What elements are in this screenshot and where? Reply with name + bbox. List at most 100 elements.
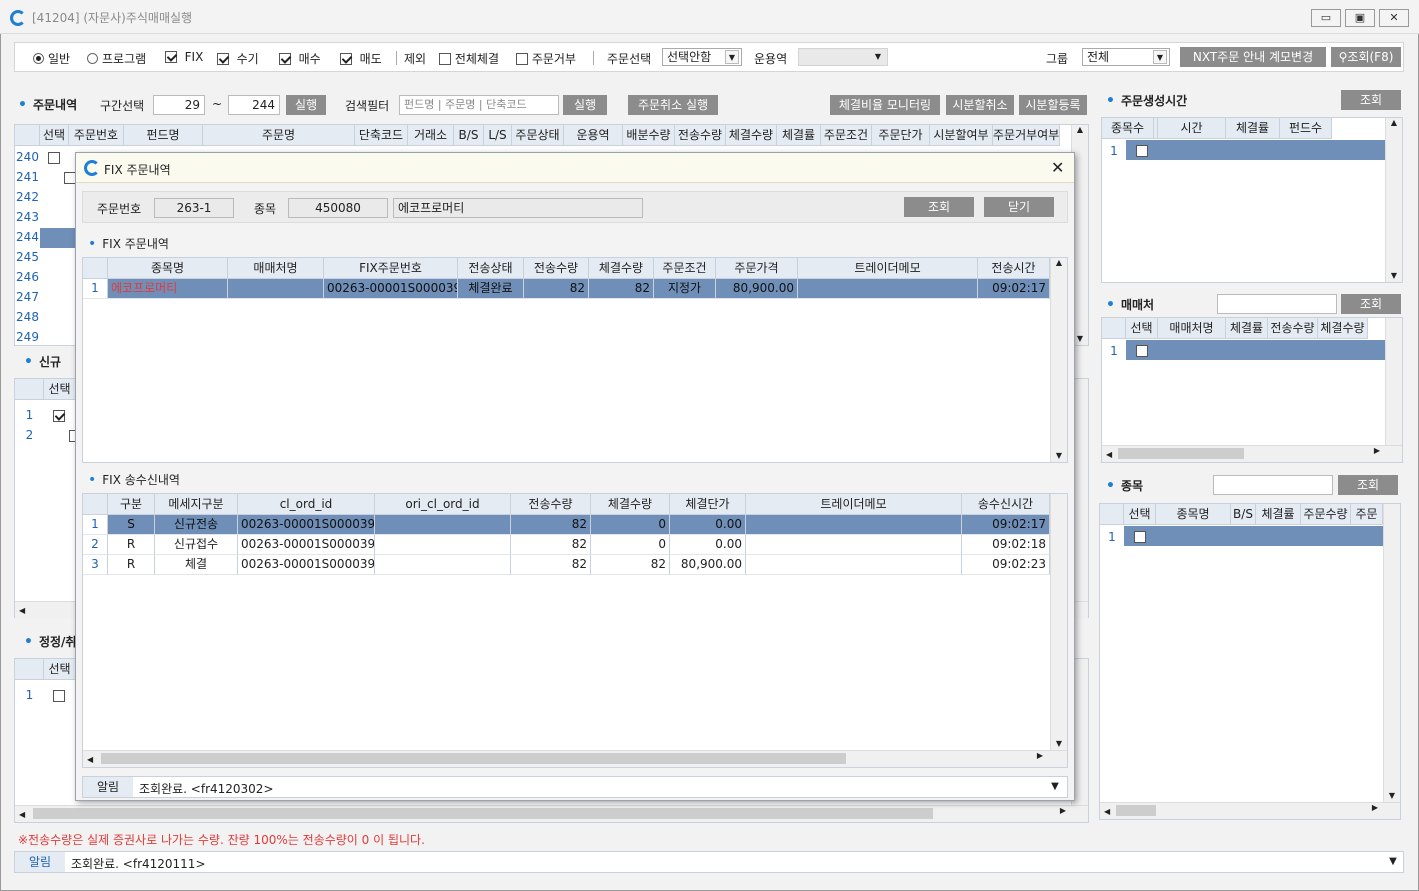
col-header[interactable]: 주문조건 (654, 258, 716, 279)
col-header[interactable]: B/S (454, 125, 484, 146)
col-header[interactable]: 주문상태 (512, 125, 564, 146)
col-header[interactable]: 시간 (1158, 118, 1226, 139)
col-header[interactable]: 체결수량 (589, 258, 654, 279)
col-header[interactable]: 시분할여부 (930, 125, 993, 146)
monitor-button[interactable]: 체결비율 모니터링 (830, 95, 940, 115)
col-header[interactable]: 구분 (108, 494, 155, 515)
col-header[interactable]: FIX주문번호 (324, 258, 458, 279)
range-run-button[interactable]: 실행 (286, 95, 326, 115)
selected-row[interactable] (1126, 140, 1385, 160)
table-row[interactable]: 1 S 신규전송 00263-00001S0000390 82 0 0.00 0… (83, 515, 1050, 535)
col-header[interactable]: 종목명 (108, 258, 228, 279)
col-header[interactable]: 체결수량 (591, 494, 670, 515)
stock-search-button[interactable]: 조회 (1338, 475, 1398, 495)
row-checkbox[interactable] (53, 690, 65, 702)
col-header[interactable]: 전송수량 (511, 494, 591, 515)
col-header[interactable]: B/S (1231, 504, 1256, 525)
nxt-notice-button[interactable]: NXT주문 안내 계모변경 (1180, 47, 1326, 67)
col-header[interactable]: 주문번호 (69, 125, 124, 146)
selected-row[interactable] (1126, 340, 1385, 360)
radio-program[interactable]: 프로그램 (87, 50, 146, 67)
col-header[interactable]: 주문조건 (821, 125, 872, 146)
col-header[interactable]: 전송수량 (675, 125, 726, 146)
col-header[interactable]: 체결단가 (670, 494, 746, 515)
broker-search-input[interactable] (1217, 294, 1337, 314)
col-header[interactable]: 매매처명 (228, 258, 324, 279)
fix-msgs-hscroll[interactable]: ◀ ▶ (83, 750, 1067, 767)
col-header[interactable]: 선택 (1124, 504, 1156, 525)
maximize-button[interactable]: ▣ (1345, 9, 1375, 27)
col-header[interactable]: 운용역 (564, 125, 623, 146)
col-header[interactable]: 종목명 (1156, 504, 1231, 525)
scroll-thumb[interactable] (101, 753, 846, 764)
range-from-input[interactable]: 29 (153, 95, 205, 115)
broker-vscroll[interactable] (1385, 318, 1402, 445)
checkbox-fix[interactable]: FIX (165, 50, 203, 64)
col-header[interactable]: 주문거부여부 (993, 125, 1060, 146)
col-header[interactable]: 체결수량 (1318, 318, 1368, 339)
col-header[interactable]: 매매처명 (1158, 318, 1226, 339)
col-header[interactable]: L/S (484, 125, 512, 146)
col-header[interactable]: 주문 (1351, 504, 1383, 525)
order-cancel-button[interactable]: 주문취소 실행 (628, 95, 718, 115)
col-header[interactable]: 선택 (40, 125, 69, 146)
col-header[interactable]: 선택 (44, 379, 76, 400)
order-time-search-button[interactable]: 조회 (1341, 90, 1401, 110)
col-header[interactable]: 체결률 (1256, 504, 1301, 525)
col-header[interactable]: 전송시간 (978, 258, 1050, 279)
checkbox-manual[interactable]: 수기 (217, 50, 259, 67)
minimize-button[interactable]: ▭ (1311, 9, 1341, 27)
col-header[interactable]: 주문단가 (872, 125, 930, 146)
checkbox-reject[interactable]: 주문거부 (516, 50, 576, 67)
split-register-button[interactable]: 시분할등록 (1019, 95, 1087, 115)
col-header[interactable]: 트레이더메모 (798, 258, 978, 279)
fix-orders-vscroll[interactable]: ▲ ▼ (1050, 258, 1067, 462)
chevron-down-icon[interactable]: ▼ (1383, 852, 1403, 872)
col-header[interactable]: 메세지구분 (155, 494, 238, 515)
close-button[interactable]: ✕ (1379, 9, 1409, 27)
col-header[interactable]: 주문가격 (716, 258, 798, 279)
dialog-search-button[interactable]: 조회 (904, 197, 974, 217)
scroll-thumb[interactable] (33, 808, 933, 819)
fix-msgs-vscroll[interactable]: ▼ (1050, 494, 1067, 750)
filter-run-button[interactable]: 실행 (563, 95, 607, 115)
range-to-input[interactable]: 244 (228, 95, 280, 115)
stock-hscroll[interactable]: ◀ ▶ (1100, 802, 1400, 819)
stock-name-field[interactable]: 에코프로머티 (393, 198, 643, 218)
col-header[interactable]: 거래소 (408, 125, 454, 146)
selected-row[interactable] (40, 228, 75, 248)
checkbox-sell[interactable]: 매도 (340, 50, 382, 67)
table-row[interactable]: 3 R 체결 00263-00001S0000390 82 82 80,900.… (83, 555, 1050, 575)
radio-general[interactable]: 일반 (33, 50, 70, 67)
scroll-thumb[interactable] (1118, 448, 1244, 459)
col-header[interactable]: 주문명 (203, 125, 355, 146)
scroll-thumb[interactable] (1116, 805, 1156, 816)
stock-vscroll[interactable]: ▼ (1383, 504, 1400, 802)
row-checkbox[interactable] (1136, 345, 1148, 357)
dialog-close-icon[interactable]: ✕ (1051, 158, 1064, 177)
col-header[interactable]: 체결률 (1226, 318, 1268, 339)
col-header[interactable]: cl_ord_id (238, 494, 375, 515)
search-f8-button[interactable]: ⚲조회(F8) (1331, 47, 1401, 67)
col-header[interactable]: 송수신시간 (962, 494, 1050, 515)
col-header[interactable]: 펀드수 (1280, 118, 1332, 139)
checkbox-all-exec[interactable]: 전체체결 (439, 50, 499, 67)
row-checkbox[interactable] (1136, 145, 1148, 157)
row-checkbox[interactable] (53, 410, 65, 422)
col-header[interactable]: ori_cl_ord_id (375, 494, 511, 515)
col-header[interactable]: 전송수량 (1268, 318, 1318, 339)
col-header[interactable]: 선택 (44, 659, 76, 680)
broker-search-button[interactable]: 조회 (1341, 294, 1401, 314)
chevron-down-icon[interactable]: ▼ (1045, 777, 1065, 797)
col-header[interactable]: 선택 (1126, 318, 1158, 339)
stock-search-input[interactable] (1213, 475, 1333, 495)
stock-code-field[interactable]: 450080 (288, 198, 388, 218)
broker-hscroll[interactable]: ◀ ▶ (1102, 445, 1402, 462)
split-cancel-button[interactable]: 시분할취소 (946, 95, 1014, 115)
group-dropdown[interactable]: 전체 ▼ (1082, 48, 1170, 66)
order-no-field[interactable]: 263-1 (154, 198, 234, 218)
row-checkbox[interactable] (1134, 531, 1146, 543)
col-header[interactable]: 체결률 (1226, 118, 1280, 139)
col-header[interactable]: 단축코드 (355, 125, 408, 146)
col-header[interactable]: 배분수량 (623, 125, 675, 146)
